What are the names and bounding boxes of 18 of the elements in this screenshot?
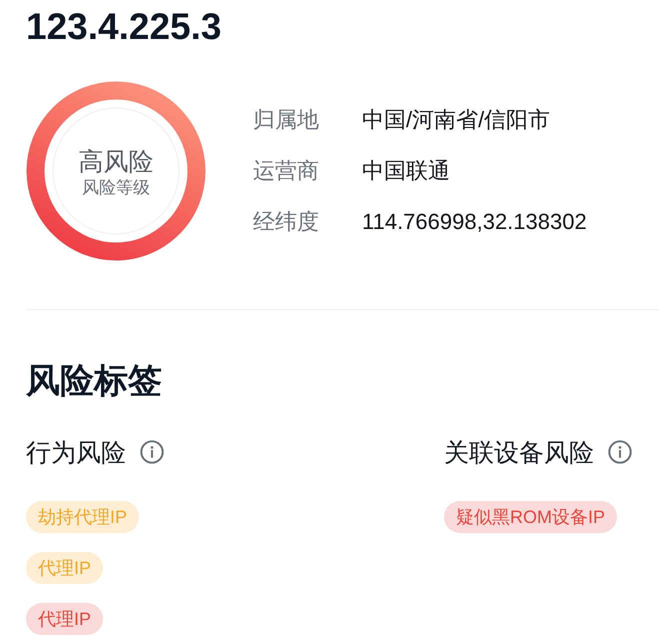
info-label: 经纬度 — [253, 208, 320, 236]
risk-tag: 劫持代理IP — [26, 501, 140, 533]
risk-tag: 代理IP — [26, 603, 104, 635]
risk-level-text: 高风险 — [78, 147, 154, 177]
risk-tag: 代理IP — [26, 552, 104, 584]
section-title: 风险标签 — [26, 361, 163, 401]
ip-address-title: 123.4.225.3 — [26, 6, 222, 48]
info-label: 运营商 — [253, 157, 320, 185]
group-title: 关联设备风险 — [444, 438, 594, 468]
risk-tag: 疑似黑ROM设备IP — [444, 501, 618, 533]
info-label: 归属地 — [253, 106, 320, 134]
group-title: 行为风险 — [26, 438, 126, 468]
info-icon[interactable] — [608, 440, 632, 464]
info-icon[interactable] — [140, 440, 164, 464]
info-value: 114.766998,32.138302 — [362, 209, 587, 235]
info-value: 中国联通 — [362, 157, 450, 185]
info-value: 中国/河南省/信阳市 — [362, 106, 550, 134]
risk-level-caption: 风险等级 — [82, 177, 150, 199]
